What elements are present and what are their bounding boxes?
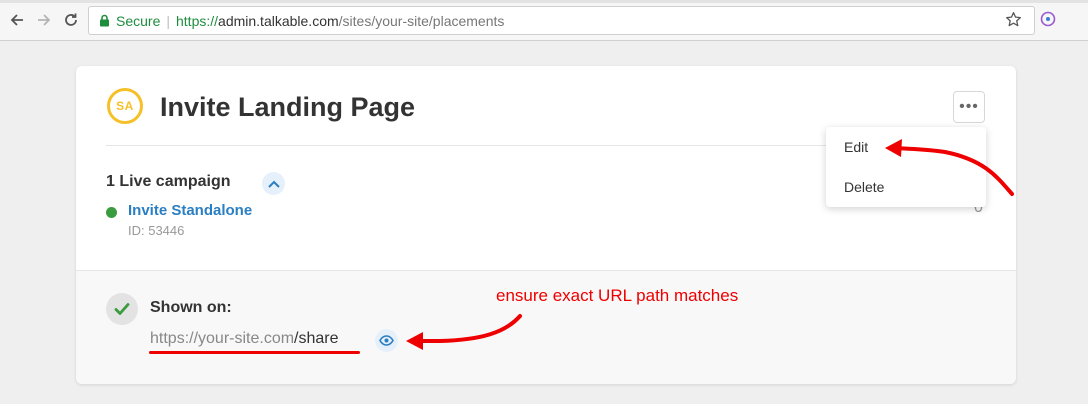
extension-icon[interactable] [1040,11,1056,32]
menu-item-edit[interactable]: Edit [844,139,868,155]
shown-on-label: Shown on: [150,299,232,316]
placement-url: https://your-site.com/share [150,330,339,348]
url-host: admin.talkable.com [218,12,339,29]
back-arrow-icon [10,14,23,26]
back-button[interactable] [6,9,28,31]
lock-icon [99,14,110,27]
annotation-underline [149,351,360,354]
address-bar[interactable]: Secure | https://admin.talkable.com/site… [88,6,1035,35]
campaign-id: ID: 53446 [128,223,185,238]
menu-item-delete[interactable]: Delete [844,179,884,195]
live-status-dot [106,207,117,218]
secure-label: Secure [116,12,161,29]
preview-button[interactable] [375,329,398,352]
url-separator: | [166,12,170,29]
chevron-up-icon [267,180,280,188]
reload-icon [65,13,77,26]
options-menu: Edit Delete [826,127,986,207]
placement-url-base: https://your-site.com [150,330,295,347]
bookmark-star-icon[interactable] [1005,11,1022,31]
check-icon [106,293,138,325]
more-options-button[interactable]: ••• [953,91,985,123]
campaign-link[interactable]: Invite Standalone [128,202,252,219]
url-path: /sites/your-site/placements [338,12,505,29]
live-campaign-heading: 1 Live campaign [106,173,231,190]
placement-card: SA Invite Landing Page ••• 1 Live campai… [76,66,1016,384]
page-title: Invite Landing Page [160,92,416,122]
placement-url-path: /share [294,330,339,347]
url-scheme: https:// [176,12,219,29]
tab-strip [0,0,1088,3]
eye-icon [379,335,394,346]
forward-button[interactable] [33,9,55,31]
forward-arrow-icon [38,14,51,26]
reload-button[interactable] [60,9,82,31]
annotation-text: ensure exact URL path matches [496,286,739,305]
browser-toolbar: Secure | https://admin.talkable.com/site… [0,0,1088,41]
placement-type-badge: SA [107,88,143,124]
collapse-toggle-button[interactable] [262,172,285,195]
ellipsis-icon: ••• [959,98,979,115]
